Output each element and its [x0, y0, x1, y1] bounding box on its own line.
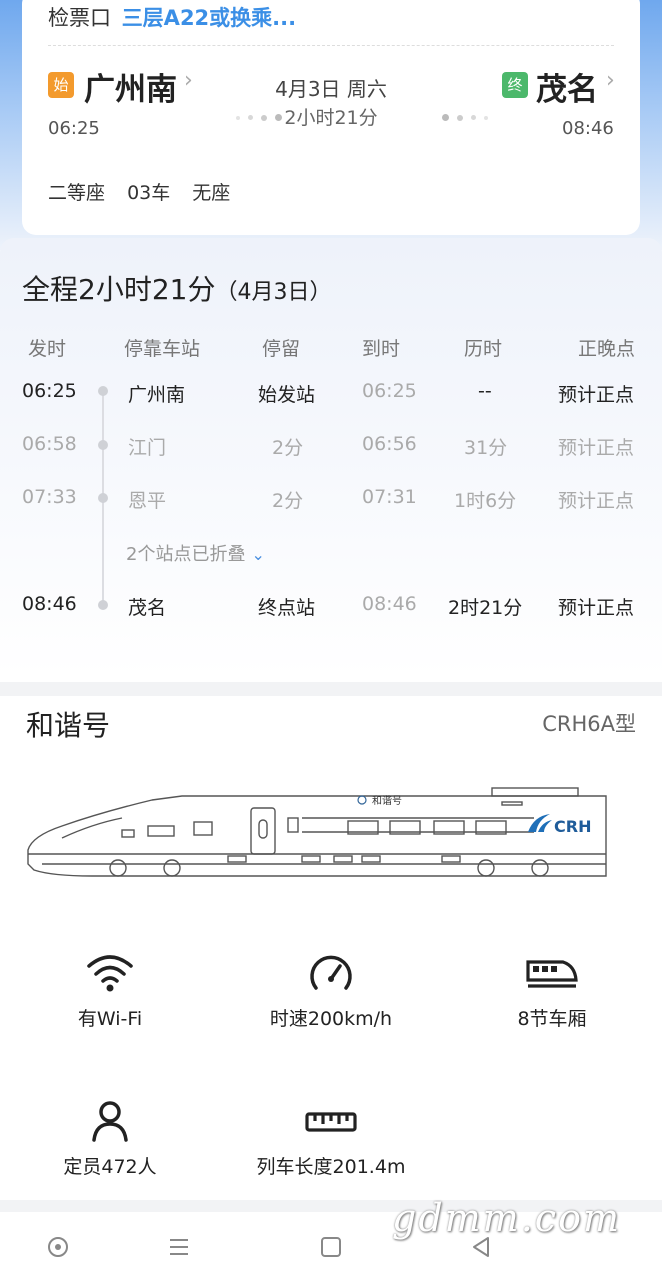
- home-icon[interactable]: [318, 1234, 344, 1260]
- row-station: 江门: [128, 437, 167, 459]
- menu-icon[interactable]: [166, 1234, 192, 1260]
- train-body-logo: 和谐号: [372, 795, 402, 807]
- feature-capacity: 定员472人: [10, 1100, 210, 1179]
- row-elapsed: --: [478, 380, 492, 402]
- row-arr: 06:25: [362, 380, 417, 402]
- ruler-icon: [305, 1112, 357, 1132]
- timeline-dot: [98, 493, 108, 503]
- dots-right: [442, 114, 488, 121]
- chevron-right-icon: ›: [606, 68, 615, 93]
- row-dep: 07:33: [22, 486, 77, 508]
- row-elapsed: 1时6分: [454, 490, 517, 512]
- row-dep: 06:58: [22, 433, 77, 455]
- timeline-dot: [98, 600, 108, 610]
- row-stop: 2分: [272, 490, 304, 512]
- col-station: 停靠车站: [124, 338, 201, 360]
- folded-stations-label: 2个站点已折叠: [126, 544, 246, 565]
- gate-row: 检票口 三层A22或换乘...: [48, 2, 296, 32]
- col-elapsed: 历时: [464, 338, 503, 360]
- row-dep: 06:25: [22, 380, 77, 402]
- car-number: 03车: [127, 182, 171, 204]
- train-body-brand: CRH: [554, 817, 591, 836]
- seat-number: 无座: [192, 182, 231, 204]
- watermark: gdmm.com: [392, 1196, 621, 1240]
- wifi-icon: [87, 955, 133, 992]
- arrival-time: 08:46: [562, 118, 614, 139]
- section-divider: [0, 682, 662, 696]
- row-status: 预计正点: [558, 384, 635, 406]
- train-car-icon: [526, 960, 578, 988]
- feature-label: 定员472人: [63, 1156, 157, 1178]
- assistant-icon[interactable]: [45, 1234, 71, 1260]
- row-arr: 06:56: [362, 433, 417, 455]
- person-icon: [92, 1101, 128, 1142]
- feature-length: 列车长度201.4m: [231, 1100, 431, 1179]
- to-station[interactable]: 茂名: [536, 64, 598, 109]
- row-dep: 08:46: [22, 593, 77, 615]
- divider: [48, 45, 614, 46]
- ticket-card: 检票口 三层A22或换乘... 始 广州南 › 4月3日 周六 2小时21分 终…: [22, 0, 640, 235]
- row-elapsed: 2时21分: [448, 597, 523, 619]
- feature-label: 时速200km/h: [269, 1008, 393, 1030]
- end-badge: 终: [502, 72, 528, 98]
- col-arr: 到时: [362, 338, 401, 360]
- chevron-down-icon: ⌄: [251, 545, 265, 564]
- row-status: 预计正点: [558, 437, 635, 459]
- row-stop: 始发站: [258, 384, 316, 406]
- train-name: 和谐号: [26, 709, 111, 742]
- row-station: 广州南: [128, 384, 186, 406]
- row-station: 茂名: [128, 597, 167, 619]
- feature-wifi: 有Wi-Fi: [10, 952, 210, 1031]
- feature-cars: 8节车厢: [452, 952, 652, 1031]
- row-elapsed: 31分: [464, 437, 508, 459]
- schedule-title-text: 全程2小时21分: [22, 273, 216, 306]
- row-stop: 终点站: [258, 597, 316, 619]
- feature-label: 有Wi-Fi: [77, 1008, 143, 1030]
- departure-time: 06:25: [48, 118, 100, 139]
- feature-speed: 时速200km/h: [231, 952, 431, 1031]
- seat-info: 二等座 03车 无座: [48, 178, 246, 205]
- row-station: 恩平: [128, 490, 167, 512]
- schedule-section: 全程2小时21分（4月3日） 发时 停靠车站 停留 到时 历时 正晚点 06:2…: [0, 238, 662, 678]
- train-info-section: 和谐号 CRH6A型 和谐号 CRH 有Wi-Fi 时速200km/h 8节车厢…: [0, 696, 662, 1200]
- row-arr: 08:46: [362, 593, 417, 615]
- train-illustration: 和谐号 CRH: [27, 787, 607, 877]
- feature-label: 列车长度201.4m: [256, 1156, 406, 1178]
- train-model: CRH6A型: [542, 712, 636, 736]
- feature-label: 8节车厢: [517, 1008, 587, 1030]
- row-status: 预计正点: [558, 490, 635, 512]
- seat-class: 二等座: [48, 182, 106, 204]
- schedule-title: 全程2小时21分（4月3日）: [22, 268, 331, 308]
- col-dep: 发时: [28, 338, 67, 360]
- gate-value[interactable]: 三层A22或换乘...: [122, 6, 296, 30]
- folded-stations-toggle[interactable]: 2个站点已折叠 ⌄: [126, 540, 265, 566]
- row-stop: 2分: [272, 437, 304, 459]
- row-status: 预计正点: [558, 597, 635, 619]
- timeline-dot: [98, 386, 108, 396]
- col-status: 正晚点: [578, 338, 636, 360]
- gate-label: 检票口: [48, 6, 111, 30]
- speedometer-icon: [310, 955, 352, 990]
- schedule-title-date: （4月3日）: [215, 280, 332, 305]
- row-arr: 07:31: [362, 486, 417, 508]
- col-stop: 停留: [262, 338, 301, 360]
- timeline-dot: [98, 440, 108, 450]
